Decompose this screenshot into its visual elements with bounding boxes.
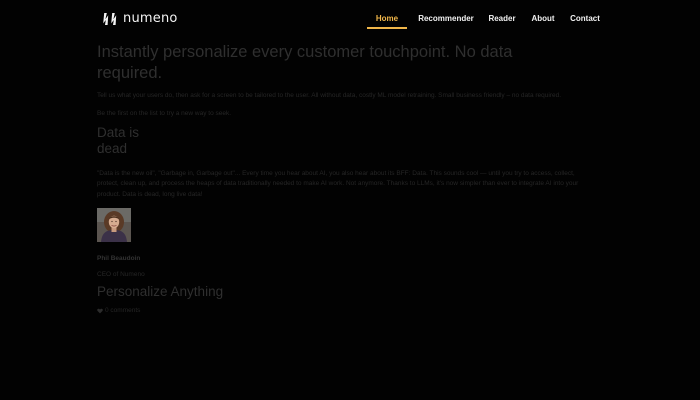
author-name: Phil Beaudoin [97, 255, 141, 262]
comments-count: 0 comments [105, 307, 141, 314]
main-nav: Home Recommender Reader About Contact [367, 10, 603, 32]
hero-description: Tell us what your users do, then ask for… [97, 92, 562, 99]
nav-about[interactable]: About [528, 10, 558, 28]
post-excerpt: "Data is the new oil", "Garbage in, Garb… [97, 169, 579, 198]
hero-title: Instantly personalize every customer tou… [97, 43, 513, 82]
nav-contact[interactable]: Contact [567, 10, 603, 28]
page: numeno Home Recommender Reader About Con… [0, 0, 700, 400]
heart-icon [97, 308, 103, 313]
site-header: numeno Home Recommender Reader About Con… [0, 0, 700, 36]
post-title[interactable]: Data is dead [97, 125, 157, 157]
nav-home[interactable]: Home [367, 10, 407, 29]
author-photo [97, 208, 131, 242]
comments-link[interactable]: 0 comments [97, 306, 597, 315]
main-content: Instantly personalize every customer tou… [97, 42, 597, 315]
nav-recommender[interactable]: Recommender [413, 10, 479, 28]
brand-name: numeno [123, 11, 178, 26]
nav-reader[interactable]: Reader [485, 10, 519, 28]
section-title[interactable]: Personalize Anything [97, 284, 597, 300]
author-portrait-image [97, 208, 131, 242]
author-role: CEO of Numeno [97, 271, 145, 278]
signup-link[interactable]: Be the first on the list to try a new wa… [97, 109, 597, 118]
brand-logo[interactable]: numeno [102, 10, 178, 28]
numeno-logo-icon [103, 13, 117, 25]
